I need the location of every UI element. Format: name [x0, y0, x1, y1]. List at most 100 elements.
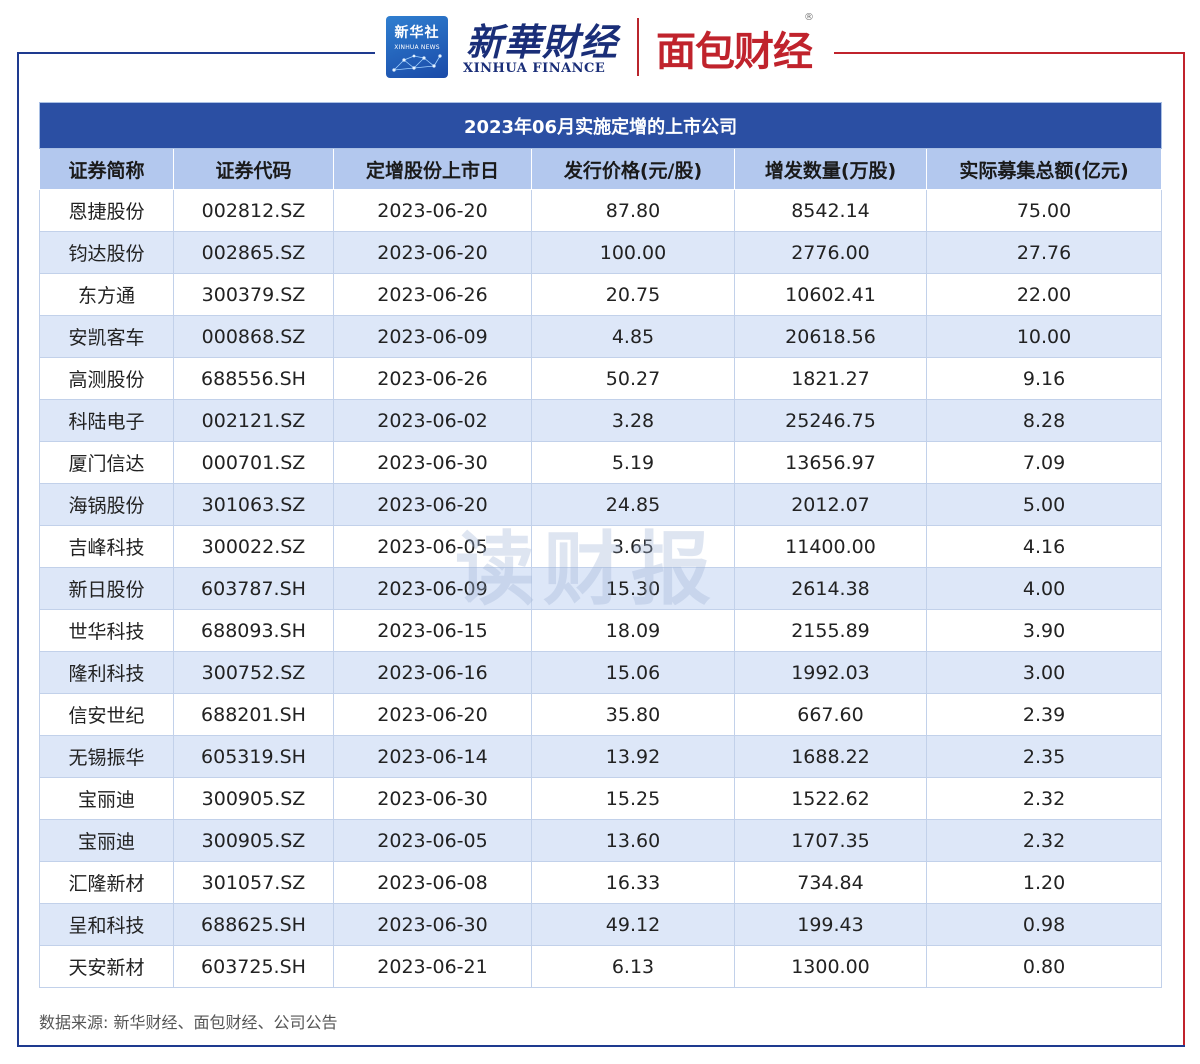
registered-mark: ®: [804, 12, 814, 23]
cell-code: 300752.SZ: [173, 651, 334, 694]
cell-listing-date: 2023-06-26: [333, 357, 532, 400]
table-row: 信安世纪 688201.SH 2023-06-20 35.80 667.60 2.39: [39, 693, 1163, 736]
table-row: 安凯客车 000868.SZ 2023-06-09 4.85 20618.56 10.00: [39, 315, 1163, 358]
cell-issue-volume: 25246.75: [734, 399, 927, 442]
cell-total-raised: 2.32: [925, 819, 1163, 862]
cell-issue-volume: 2012.07: [734, 483, 927, 526]
data-table-container: 2023年06月实施定增的上市公司 证券简称 证券代码 定增股份上市日 发行价格…: [38, 102, 1163, 988]
cell-issue-volume: 20618.56: [734, 315, 927, 358]
xinhua-finance-logo-cn: 新華財经: [466, 20, 618, 64]
cell-listing-date: 2023-06-30: [333, 441, 532, 484]
cell-listing-date: 2023-06-15: [333, 609, 532, 652]
cell-issue-price: 3.65: [531, 525, 735, 568]
cell-total-raised: 75.00: [925, 189, 1163, 232]
cell-code: 603725.SH: [173, 945, 334, 988]
cell-name: 恩捷股份: [39, 189, 174, 232]
cell-code: 002121.SZ: [173, 399, 334, 442]
cell-name: 汇隆新材: [39, 861, 174, 904]
cell-listing-date: 2023-06-20: [333, 483, 532, 526]
cell-issue-volume: 1688.22: [734, 735, 927, 778]
cell-code: 605319.SH: [173, 735, 334, 778]
cell-total-raised: 3.00: [925, 651, 1163, 694]
cell-issue-price: 35.80: [531, 693, 735, 736]
cell-code: 300022.SZ: [173, 525, 334, 568]
table-body: 恩捷股份 002812.SZ 2023-06-20 87.80 8542.14 75.00…: [39, 189, 1163, 988]
cell-listing-date: 2023-06-08: [333, 861, 532, 904]
cell-total-raised: 2.32: [925, 777, 1163, 820]
table-row: 天安新材 603725.SH 2023-06-21 6.13 1300.00 0.80: [39, 945, 1163, 988]
cell-name: 呈和科技: [39, 903, 174, 946]
cell-issue-price: 16.33: [531, 861, 735, 904]
cell-issue-price: 87.80: [531, 189, 735, 232]
cell-issue-price: 20.75: [531, 273, 735, 316]
column-header-issue-price: 发行价格(元/股): [531, 148, 735, 190]
data-source-note: 数据来源: 新华财经、面包财经、公司公告: [39, 1013, 338, 1032]
frame-top-right-line: [834, 52, 1185, 54]
cell-total-raised: 1.20: [925, 861, 1163, 904]
cell-issue-volume: 1992.03: [734, 651, 927, 694]
cell-issue-volume: 1522.62: [734, 777, 927, 820]
cell-name: 厦门信达: [39, 441, 174, 484]
cell-total-raised: 4.00: [925, 567, 1163, 610]
cell-listing-date: 2023-06-02: [333, 399, 532, 442]
cell-code: 688093.SH: [173, 609, 334, 652]
cell-issue-price: 13.92: [531, 735, 735, 778]
cell-listing-date: 2023-06-26: [333, 273, 532, 316]
logo-divider: [637, 18, 639, 76]
cell-name: 钧达股份: [39, 231, 174, 274]
column-header-code: 证券代码: [173, 148, 334, 190]
cell-code: 688201.SH: [173, 693, 334, 736]
cell-total-raised: 5.00: [925, 483, 1163, 526]
cell-issue-price: 3.28: [531, 399, 735, 442]
cell-total-raised: 22.00: [925, 273, 1163, 316]
table-row: 世华科技 688093.SH 2023-06-15 18.09 2155.89 3.90: [39, 609, 1163, 652]
cell-code: 000701.SZ: [173, 441, 334, 484]
column-header-total-raised: 实际募集总额(亿元): [925, 148, 1163, 190]
table-row: 无锡振华 605319.SH 2023-06-14 13.92 1688.22 2.35: [39, 735, 1163, 778]
cell-total-raised: 0.80: [925, 945, 1163, 988]
table-title-row: 2023年06月实施定增的上市公司: [38, 102, 1163, 149]
cell-name: 世华科技: [39, 609, 174, 652]
cell-code: 300905.SZ: [173, 819, 334, 862]
cell-issue-price: 6.13: [531, 945, 735, 988]
badge-subtext: XINHUA NEWS: [394, 44, 440, 51]
frame-top-left-line: [17, 52, 375, 54]
table-row: 新日股份 603787.SH 2023-06-09 15.30 2614.38 4.00: [39, 567, 1163, 610]
table-row: 东方通 300379.SZ 2023-06-26 20.75 10602.41 22.00: [39, 273, 1163, 316]
table-row: 厦门信达 000701.SZ 2023-06-30 5.19 13656.97 7.09: [39, 441, 1163, 484]
cell-issue-price: 49.12: [531, 903, 735, 946]
table-row: 宝丽迪 300905.SZ 2023-06-30 15.25 1522.62 2.32: [39, 777, 1163, 820]
cell-issue-price: 15.25: [531, 777, 735, 820]
table-row: 吉峰科技 300022.SZ 2023-06-05 3.65 11400.00 4.16: [39, 525, 1163, 568]
cell-name: 宝丽迪: [39, 819, 174, 862]
cell-issue-price: 15.30: [531, 567, 735, 610]
cell-total-raised: 27.76: [925, 231, 1163, 274]
cell-listing-date: 2023-06-09: [333, 315, 532, 358]
cell-issue-price: 24.85: [531, 483, 735, 526]
frame-right-line: [1183, 52, 1185, 1047]
cell-name: 东方通: [39, 273, 174, 316]
cell-issue-volume: 2614.38: [734, 567, 927, 610]
cell-listing-date: 2023-06-05: [333, 819, 532, 862]
table-row: 钧达股份 002865.SZ 2023-06-20 100.00 2776.00 27.7…: [39, 231, 1163, 274]
cell-name: 吉峰科技: [39, 525, 174, 568]
cell-name: 新日股份: [39, 567, 174, 610]
cell-issue-volume: 8542.14: [734, 189, 927, 232]
cell-name: 科陆电子: [39, 399, 174, 442]
cell-name: 信安世纪: [39, 693, 174, 736]
cell-code: 688625.SH: [173, 903, 334, 946]
cell-issue-price: 13.60: [531, 819, 735, 862]
cell-issue-volume: 1821.27: [734, 357, 927, 400]
cell-listing-date: 2023-06-14: [333, 735, 532, 778]
cell-code: 002812.SZ: [173, 189, 334, 232]
cell-name: 高测股份: [39, 357, 174, 400]
table-row: 隆利科技 300752.SZ 2023-06-16 15.06 1992.03 3.00: [39, 651, 1163, 694]
cell-total-raised: 8.28: [925, 399, 1163, 442]
cell-issue-volume: 1300.00: [734, 945, 927, 988]
mianbao-finance-logo: 面包财经: [656, 29, 813, 75]
cell-name: 天安新材: [39, 945, 174, 988]
column-header-name: 证券简称: [39, 148, 174, 190]
placement-table: 2023年06月实施定增的上市公司 证券简称 证券代码 定增股份上市日 发行价格…: [38, 102, 1163, 988]
cell-issue-volume: 2155.89: [734, 609, 927, 652]
cell-listing-date: 2023-06-21: [333, 945, 532, 988]
